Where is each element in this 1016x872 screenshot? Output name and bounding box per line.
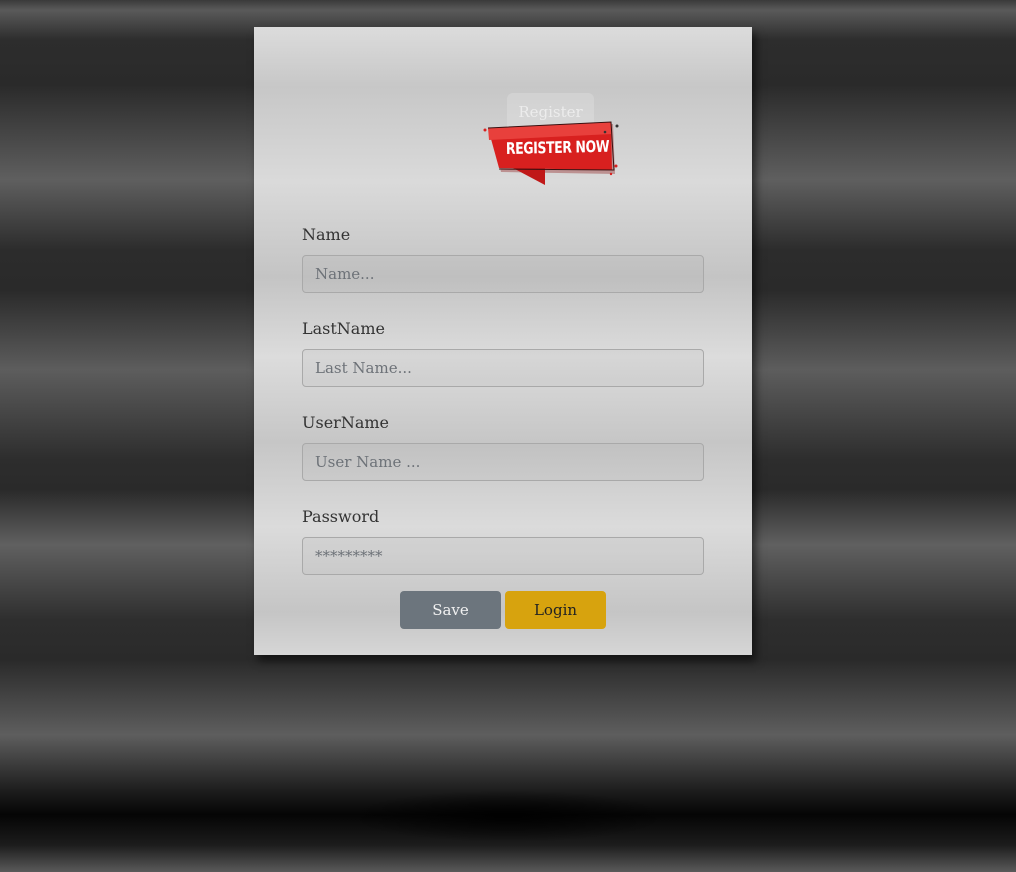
badge-text: REGISTER NOW: [505, 136, 610, 159]
card-header: Register REGISTER NOW: [302, 27, 704, 217]
lastname-label: LastName: [302, 319, 385, 338]
register-card: Register REGISTER NOW Name LastName U: [254, 27, 752, 655]
lastname-field-group: LastName: [302, 311, 704, 387]
password-label: Password: [302, 507, 380, 526]
username-input[interactable]: [302, 443, 704, 481]
password-input[interactable]: [302, 537, 704, 575]
login-button[interactable]: Login: [505, 591, 606, 629]
lastname-input[interactable]: [302, 349, 704, 387]
username-field-group: UserName: [302, 405, 704, 481]
name-input[interactable]: [302, 255, 704, 293]
password-field-group: Password: [302, 499, 704, 575]
name-label: Name: [302, 225, 351, 244]
username-label: UserName: [302, 413, 389, 432]
save-button[interactable]: Save: [400, 591, 501, 629]
name-field-group: Name: [302, 217, 704, 293]
form-actions: Save Login: [302, 591, 704, 629]
register-now-badge: REGISTER NOW: [483, 120, 621, 188]
